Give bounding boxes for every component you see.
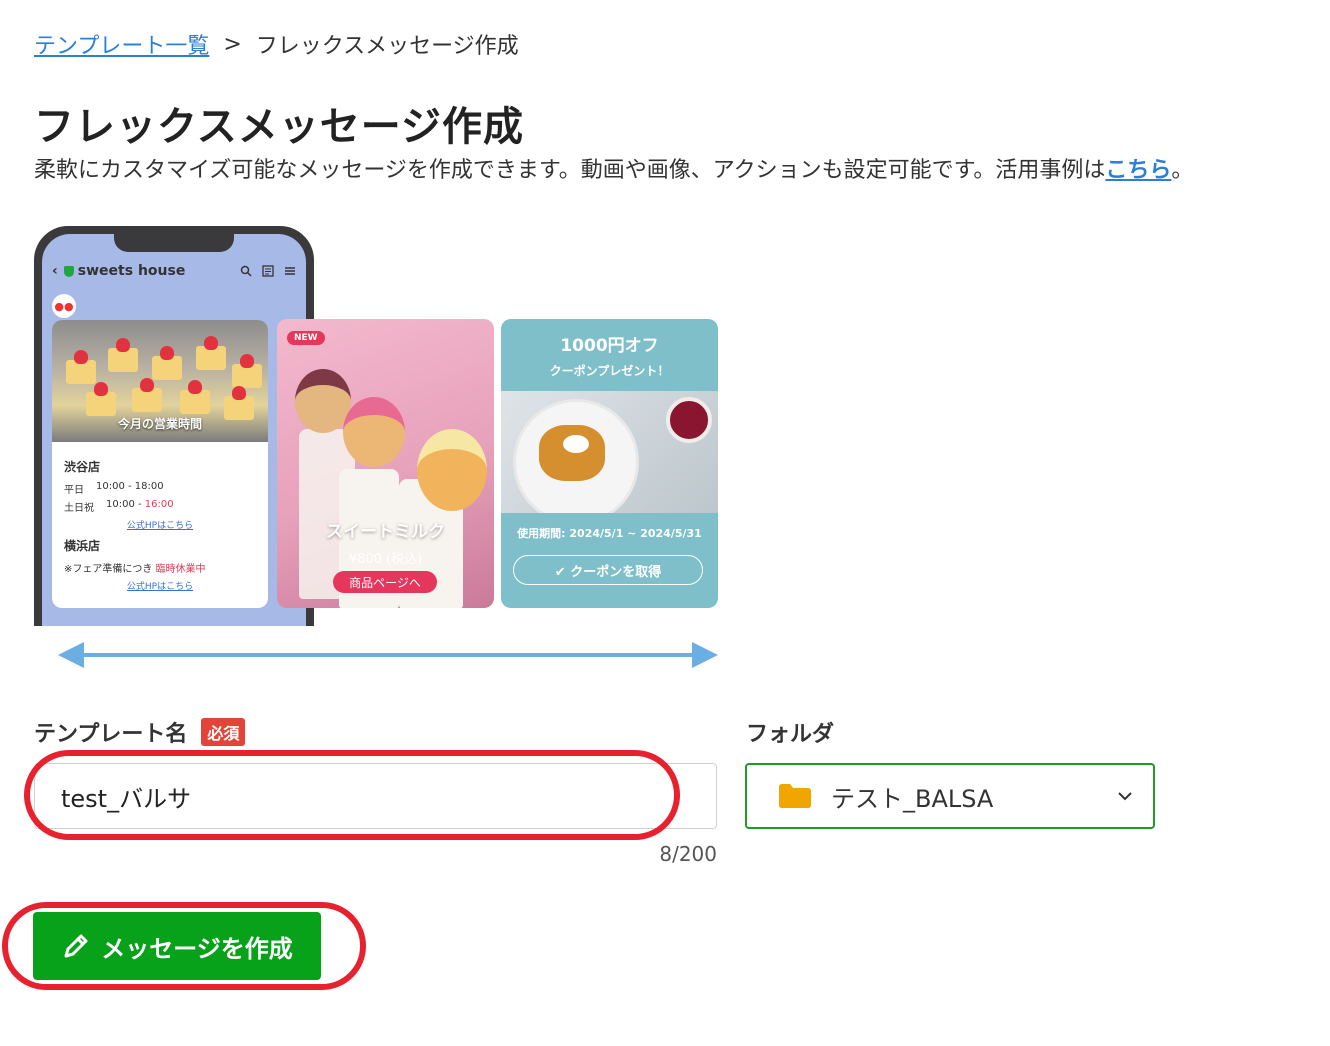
holiday-hours: 10:00 - bbox=[106, 499, 145, 510]
coupon-subtitle: クーポンプレゼント！ bbox=[549, 364, 670, 378]
preview-card-coupon: 1000円オフ クーポンプレゼント！ 使用期間: 2024/5/1 ~ 2024… bbox=[501, 319, 718, 608]
get-coupon-button: ✔ クーポンを取得 bbox=[513, 555, 703, 585]
holiday-label: 土日祝 bbox=[64, 503, 94, 514]
horizontal-scroll-arrow-icon bbox=[58, 642, 718, 668]
product-page-button: 商品ページへ bbox=[333, 571, 437, 593]
template-name-label-text: テンプレート名 bbox=[34, 722, 188, 747]
weekday-label: 平日 bbox=[64, 485, 84, 496]
coupon-title: 1000円オフ bbox=[560, 336, 659, 356]
examples-link[interactable]: こちら bbox=[1105, 158, 1171, 183]
store-note-closed: 臨時休業中 bbox=[155, 564, 206, 575]
breadcrumb-template-list-link[interactable]: テンプレート一覧 bbox=[34, 28, 209, 60]
page-title: フレックスメッセージ作成 bbox=[34, 104, 524, 150]
template-name-label: テンプレート名 必須 bbox=[34, 716, 246, 748]
pancake-image bbox=[501, 391, 718, 513]
search-icon bbox=[240, 265, 252, 277]
weekday-hours: 10:00 - 18:00 bbox=[96, 481, 164, 492]
official-site-link-2: 公式HPはこちら bbox=[126, 582, 194, 592]
pencil-icon bbox=[64, 934, 88, 958]
holiday-hours-close: 16:00 bbox=[144, 499, 174, 510]
char-count: 8/200 bbox=[659, 842, 717, 866]
coupon-period: 使用期間: 2024/5/1 ~ 2024/5/31 bbox=[517, 527, 702, 540]
create-message-button[interactable]: メッセージを作成 bbox=[33, 912, 321, 980]
folder-select-value: テスト_BALSA bbox=[831, 784, 994, 813]
account-avatar: ●● bbox=[52, 294, 76, 318]
page-description: 柔軟にカスタマイズ可能なメッセージを作成できます。動画や画像、アクションも設定可… bbox=[34, 152, 1193, 184]
folder-select[interactable]: テスト_BALSA bbox=[745, 763, 1155, 829]
folder-icon bbox=[779, 784, 811, 808]
breadcrumb-current: フレックスメッセージ作成 bbox=[255, 34, 519, 59]
notes-icon bbox=[262, 265, 274, 277]
folder-label: フォルダ bbox=[746, 722, 835, 747]
chevron-down-icon bbox=[1118, 792, 1132, 801]
new-badge: NEW bbox=[287, 331, 325, 345]
menu-icon bbox=[285, 267, 295, 275]
breadcrumb-separator: > bbox=[223, 31, 242, 57]
product-price: ¥800 (税込) bbox=[348, 552, 423, 567]
preview-card-business-hours: 今月の営業時間 渋谷店 平日 10:00 - 18:00 土日祝 10:00 - 1… bbox=[52, 320, 268, 608]
page-description-end: 。 bbox=[1171, 158, 1194, 183]
preview-card-product: NEW スイートミルク ¥800 (税込) 商品ページへ bbox=[277, 319, 494, 608]
template-name-input[interactable] bbox=[34, 763, 717, 829]
chat-header: ‹ sweets house bbox=[42, 260, 306, 282]
shield-icon bbox=[63, 265, 74, 277]
product-title: スイートミルク bbox=[326, 522, 445, 542]
store-name-yokohama: 横浜店 bbox=[64, 539, 101, 553]
chat-title: sweets house bbox=[77, 263, 186, 279]
card1-caption: 今月の営業時間 bbox=[117, 417, 202, 431]
breadcrumb: テンプレート一覧 > フレックスメッセージ作成 bbox=[34, 28, 519, 60]
store-name-shibuya: 渋谷店 bbox=[64, 460, 101, 474]
official-site-link: 公式HPはこちら bbox=[126, 521, 194, 531]
store-note: ※フェア準備につき bbox=[64, 564, 156, 575]
required-badge: 必須 bbox=[201, 718, 246, 746]
cakes-image: 今月の営業時間 bbox=[52, 320, 268, 442]
page-description-text: 柔軟にカスタマイズ可能なメッセージを作成できます。動画や画像、アクションも設定可… bbox=[34, 158, 1106, 183]
create-message-button-label: メッセージを作成 bbox=[101, 934, 293, 963]
phone-notch bbox=[114, 234, 234, 252]
back-arrow-icon: ‹ bbox=[52, 263, 58, 279]
